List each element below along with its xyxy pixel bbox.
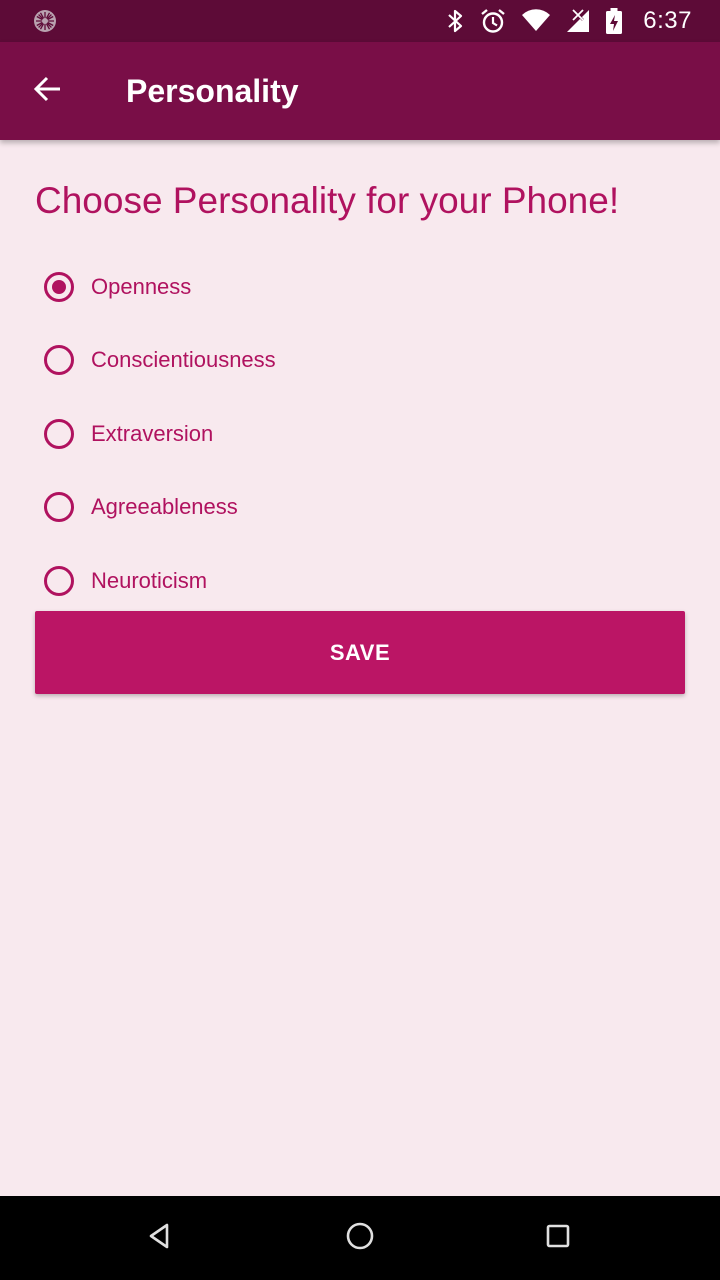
battery-charging-icon bbox=[605, 7, 623, 35]
app-bar: Personality bbox=[0, 42, 720, 140]
back-triangle-icon bbox=[145, 1221, 175, 1256]
status-bar: 6:37 bbox=[0, 0, 720, 42]
home-circle-icon bbox=[345, 1221, 375, 1256]
radio-button[interactable] bbox=[44, 345, 74, 376]
main-content: Choose Personality for your Phone! Openn… bbox=[0, 140, 720, 1196]
radio-label: Extraversion bbox=[91, 420, 214, 446]
radio-option-agreeableness[interactable]: Agreeableness bbox=[44, 471, 684, 545]
nav-home-button[interactable] bbox=[336, 1214, 384, 1262]
nav-back-button[interactable] bbox=[136, 1214, 184, 1262]
radio-label: Agreeableness bbox=[91, 494, 238, 520]
status-time: 6:37 bbox=[643, 7, 692, 34]
wifi-icon bbox=[521, 9, 551, 33]
arrow-back-icon bbox=[32, 73, 64, 110]
radio-button[interactable] bbox=[44, 492, 74, 523]
radio-button[interactable] bbox=[44, 565, 74, 596]
radio-label: Openness bbox=[91, 273, 192, 299]
alarm-icon bbox=[479, 7, 507, 35]
personality-radio-group: Openness Conscientiousness Extraversion … bbox=[44, 250, 684, 618]
radio-label: Conscientiousness bbox=[91, 347, 276, 373]
status-icons: 6:37 bbox=[445, 0, 692, 42]
page-title: Personality bbox=[126, 73, 299, 109]
no-signal-icon bbox=[565, 8, 591, 34]
radio-option-extraversion[interactable]: Extraversion bbox=[44, 397, 684, 471]
save-button[interactable]: SAVE bbox=[35, 611, 685, 694]
heading: Choose Personality for your Phone! bbox=[35, 180, 620, 221]
radio-label: Neuroticism bbox=[91, 567, 208, 593]
recents-square-icon bbox=[543, 1221, 573, 1256]
radio-option-openness[interactable]: Openness bbox=[44, 250, 684, 324]
nav-recents-button[interactable] bbox=[534, 1214, 582, 1262]
radio-button-checked[interactable] bbox=[44, 271, 74, 302]
radio-option-conscientiousness[interactable]: Conscientiousness bbox=[44, 324, 684, 398]
navigation-bar bbox=[0, 1196, 720, 1280]
radio-button[interactable] bbox=[44, 418, 74, 449]
app-notification-icon bbox=[33, 9, 57, 33]
bluetooth-icon bbox=[445, 8, 465, 34]
back-button[interactable] bbox=[24, 67, 72, 115]
radio-option-neuroticism[interactable]: Neuroticism bbox=[44, 544, 684, 618]
